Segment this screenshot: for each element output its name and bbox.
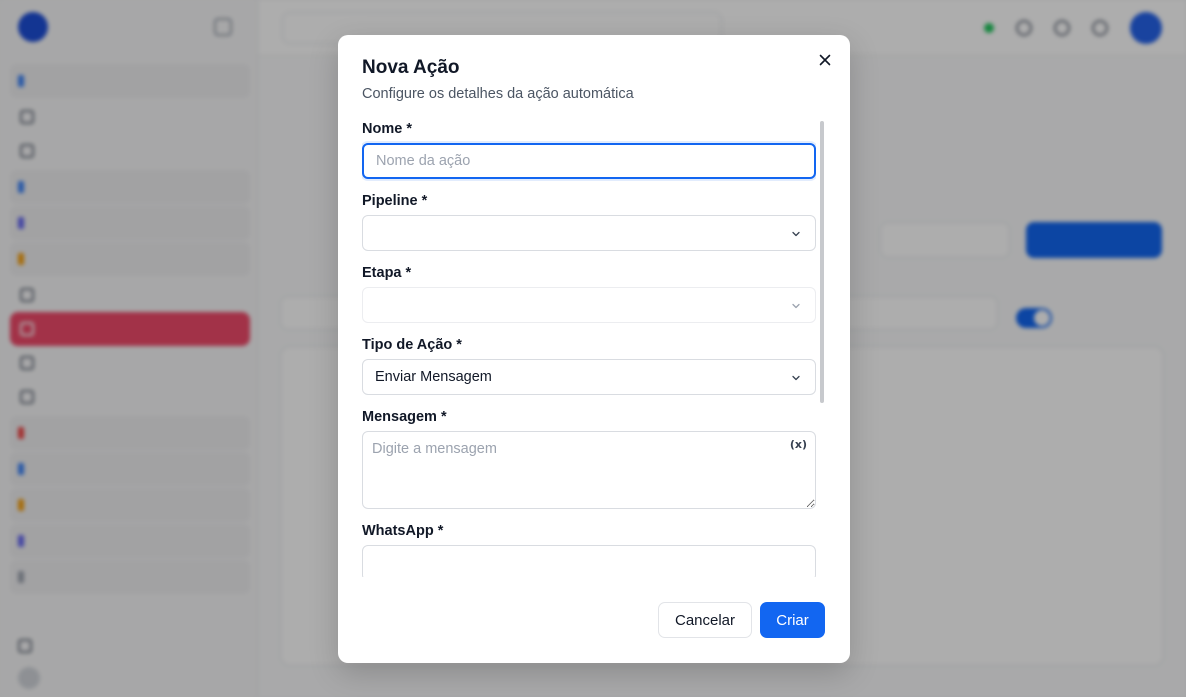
close-icon: [819, 54, 831, 66]
variable-icon[interactable]: (x): [790, 438, 807, 451]
field-name: Nome *: [362, 121, 816, 179]
whatsapp-select[interactable]: [362, 545, 816, 577]
message-textarea[interactable]: [362, 431, 816, 509]
cancel-button[interactable]: Cancelar: [658, 602, 752, 638]
pipeline-label: Pipeline *: [362, 193, 428, 209]
pipeline-select[interactable]: [362, 215, 816, 251]
chevron-down-icon: [792, 231, 800, 237]
create-button[interactable]: Criar: [760, 602, 825, 638]
dialog-title: Nova Ação: [362, 57, 460, 78]
dialog-scrollbar[interactable]: [820, 121, 824, 403]
name-label: Nome *: [362, 121, 412, 137]
message-label: Mensagem *: [362, 409, 447, 425]
name-input[interactable]: [362, 143, 816, 179]
field-stage: Etapa *: [362, 265, 816, 323]
action-type-value: Enviar Mensagem: [375, 369, 492, 385]
field-message: Mensagem * (x): [362, 409, 816, 509]
stage-label: Etapa *: [362, 265, 412, 281]
action-type-label: Tipo de Ação *: [362, 337, 462, 353]
chevron-down-icon: [792, 303, 800, 309]
stage-select[interactable]: [362, 287, 816, 323]
field-whatsapp: WhatsApp *: [362, 523, 816, 577]
message-wrapper: (x): [362, 431, 816, 509]
dialog-description: Configure os detalhes da ação automática: [362, 86, 634, 102]
chevron-down-icon: [792, 375, 800, 381]
field-pipeline: Pipeline *: [362, 193, 816, 251]
whatsapp-label: WhatsApp *: [362, 523, 444, 539]
dialog-form[interactable]: Nome * Pipeline * Etapa * Tipo de Ação: [362, 121, 816, 577]
close-button[interactable]: [816, 51, 834, 69]
field-action-type: Tipo de Ação * Enviar Mensagem: [362, 337, 816, 395]
action-type-select[interactable]: Enviar Mensagem: [362, 359, 816, 395]
new-action-dialog: Nova Ação Configure os detalhes da ação …: [338, 35, 850, 663]
